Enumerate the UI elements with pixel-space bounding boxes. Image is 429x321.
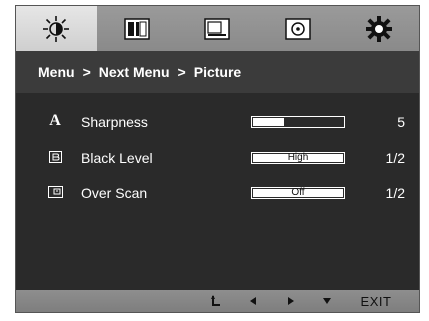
black-level-select[interactable]: High [251,152,345,164]
setting-row-sharpness[interactable]: A Sharpness 5 [16,110,419,134]
breadcrumb-next-menu: Next Menu [98,64,170,80]
gear-icon [365,15,393,43]
contrast-icon [124,17,150,40]
down-arrow-icon[interactable] [320,294,334,308]
settings-menu: A Sharpness 5 Black Level High 1/2 Over … [16,93,419,293]
over-scan-select[interactable]: Off [251,187,345,199]
setting-label-sharpness: Sharpness [81,114,148,130]
tab-brightness[interactable] [16,6,97,51]
screen-icon [204,17,231,40]
left-arrow-icon[interactable] [246,294,260,308]
over-scan-icon [47,184,63,200]
setting-value-black-level: 1/2 [385,150,405,166]
back-arrow-icon[interactable] [209,294,223,308]
brightness-icon [42,15,70,43]
setting-value-sharpness: 5 [397,114,405,130]
tab-disc[interactable] [258,6,339,51]
setting-row-black-level[interactable]: Black Level High 1/2 [16,146,419,170]
black-level-icon [47,149,63,165]
right-arrow-icon[interactable] [284,294,298,308]
setting-label-black-level: Black Level [81,150,153,166]
breadcrumb-separator: > [177,64,186,80]
setting-row-over-scan[interactable]: Over Scan Off 1/2 [16,181,419,205]
sharpness-slider-fill [253,118,285,126]
breadcrumb: Menu > Next Menu > Picture [16,51,419,93]
osd-window: Menu > Next Menu > Picture A Sharpness 5… [15,5,420,313]
tab-bar [16,6,419,51]
disc-icon [285,17,311,40]
bottom-nav-bar: EXIT [16,290,419,312]
tab-settings[interactable] [338,6,419,51]
exit-button[interactable]: EXIT [356,294,396,309]
breadcrumb-menu: Menu [38,64,75,80]
tab-screen[interactable] [177,6,258,51]
breadcrumb-separator: > [82,64,91,80]
setting-value-over-scan: 1/2 [385,185,405,201]
tab-contrast[interactable] [97,6,178,51]
setting-label-over-scan: Over Scan [81,185,148,201]
breadcrumb-picture: Picture [193,64,242,80]
sharpness-slider[interactable] [251,116,345,128]
sharpness-icon: A [49,112,61,129]
